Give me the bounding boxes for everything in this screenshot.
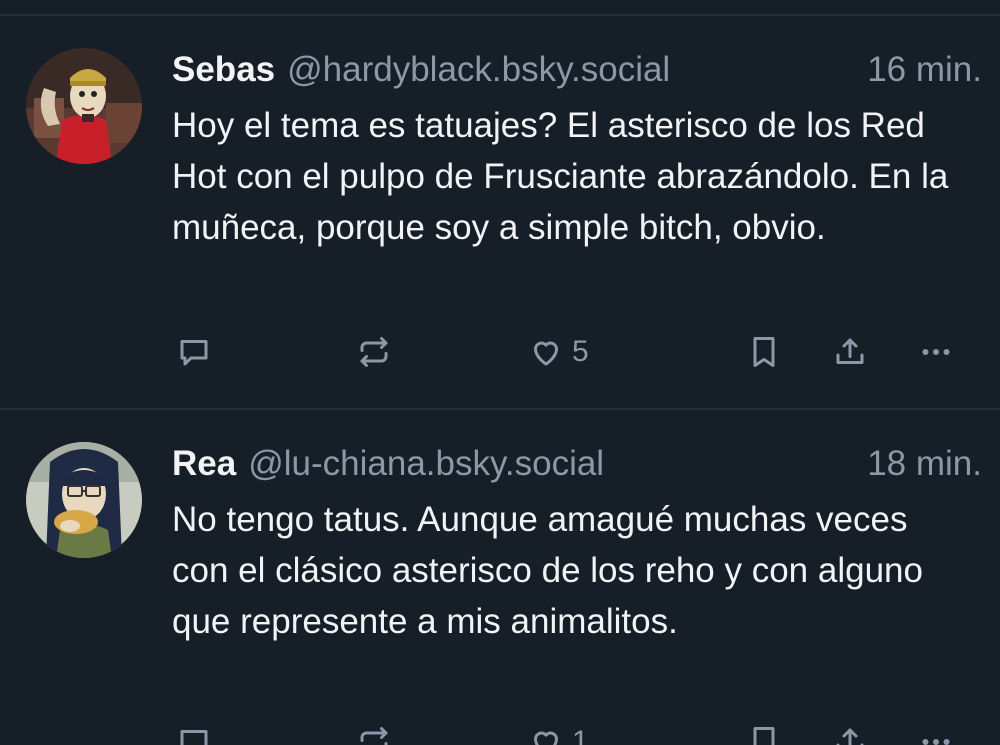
author-name[interactable]: Sebas (172, 50, 275, 90)
author-name[interactable]: Rea (172, 444, 236, 484)
heart-icon (534, 341, 558, 366)
bookmark-button[interactable] (746, 720, 782, 745)
reply-button[interactable] (176, 720, 212, 745)
repost-icon (360, 727, 388, 745)
avatar[interactable] (26, 48, 142, 164)
post-text: No tengo tatus. Aunque amagué muchas vec… (172, 500, 923, 641)
post-actions: 1 (172, 720, 972, 745)
repost-icon (360, 337, 388, 367)
bookmark-button[interactable] (746, 330, 782, 374)
bookmark-icon (753, 337, 775, 367)
share-button[interactable] (832, 330, 868, 374)
post-header: Sebas @hardyblack.bsky.social 16 min. (172, 50, 982, 94)
heart-icon (534, 731, 558, 745)
avatar-image (26, 48, 142, 164)
share-icon (836, 338, 864, 364)
post-header: Rea @lu-chiana.bsky.social 18 min. (172, 444, 982, 488)
post-feed: Sebas @hardyblack.bsky.social 16 min. Ho… (0, 0, 1000, 745)
post-text: Hoy el tema es tatuajes? El asterisco de… (172, 106, 949, 247)
like-button[interactable]: 1 (528, 720, 589, 745)
post-timestamp[interactable]: 18 min. (867, 444, 982, 484)
post-timestamp[interactable]: 16 min. (867, 50, 982, 90)
repost-button[interactable] (356, 330, 392, 374)
like-count: 5 (572, 335, 589, 368)
share-button[interactable] (832, 720, 868, 745)
more-icon (922, 349, 950, 355)
post-item[interactable]: Sebas @hardyblack.bsky.social 16 min. Ho… (0, 16, 1000, 408)
like-button[interactable]: 5 (528, 330, 589, 374)
post-actions: 5 (172, 330, 972, 374)
repost-button[interactable] (356, 720, 392, 745)
avatar[interactable] (26, 442, 142, 558)
reply-icon (180, 730, 208, 745)
more-options-button[interactable] (918, 330, 954, 374)
like-count: 1 (572, 725, 589, 745)
share-icon (836, 728, 864, 745)
more-icon (922, 739, 950, 745)
post-item[interactable]: Rea @lu-chiana.bsky.social 18 min. No te… (0, 410, 1000, 745)
more-options-button[interactable] (918, 720, 954, 745)
author-handle[interactable]: @lu-chiana.bsky.social (248, 444, 604, 484)
reply-icon (180, 340, 208, 366)
reply-button[interactable] (176, 330, 212, 374)
post-content: Rea @lu-chiana.bsky.social 18 min. No te… (172, 444, 982, 647)
author-handle[interactable]: @hardyblack.bsky.social (287, 50, 670, 90)
post-content: Sebas @hardyblack.bsky.social 16 min. Ho… (172, 50, 982, 253)
avatar-image (26, 442, 142, 558)
bookmark-icon (753, 727, 775, 745)
